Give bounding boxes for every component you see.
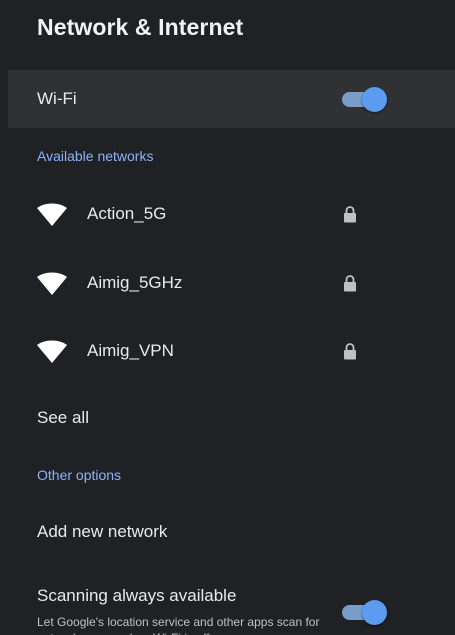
wifi-icon (37, 203, 67, 226)
network-internet-screen: Network & Internet Wi-Fi Available netwo… (0, 0, 455, 635)
scanning-description: Let Google's location service and other … (37, 615, 320, 635)
network-item-aimig-vpn[interactable]: Aimig_VPN (8, 321, 455, 381)
wifi-icon (37, 340, 67, 363)
network-item-action-5g[interactable]: Action_5G (8, 184, 455, 244)
toggle-thumb (362, 600, 387, 625)
wifi-label: Wi-Fi (37, 89, 77, 108)
lock-icon (344, 275, 356, 292)
page-title: Network & Internet (37, 14, 244, 40)
lock-icon (344, 206, 356, 223)
network-name: Aimig_5GHz (87, 273, 183, 292)
network-name: Aimig_VPN (87, 341, 174, 360)
see-all-button[interactable]: See all (8, 394, 455, 444)
add-new-network-label: Add new network (37, 522, 168, 541)
wifi-toggle-switch[interactable] (342, 85, 387, 113)
wifi-icon (37, 272, 67, 295)
add-new-network-button[interactable]: Add new network (8, 508, 455, 558)
header: Network & Internet (0, 0, 455, 70)
toggle-thumb (362, 87, 387, 112)
network-item-aimig-5ghz[interactable]: Aimig_5GHz (8, 253, 455, 313)
lock-icon (344, 343, 356, 360)
available-networks-header: Available networks (37, 148, 154, 164)
scanning-always-available-row[interactable]: Scanning always available Let Google's l… (8, 578, 455, 635)
see-all-label: See all (37, 408, 89, 427)
other-options-header: Other options (37, 467, 122, 483)
wifi-toggle-row[interactable]: Wi-Fi (8, 70, 455, 128)
network-name: Action_5G (87, 204, 167, 223)
scanning-title: Scanning always available (37, 586, 237, 605)
scanning-toggle-switch[interactable] (342, 598, 387, 626)
